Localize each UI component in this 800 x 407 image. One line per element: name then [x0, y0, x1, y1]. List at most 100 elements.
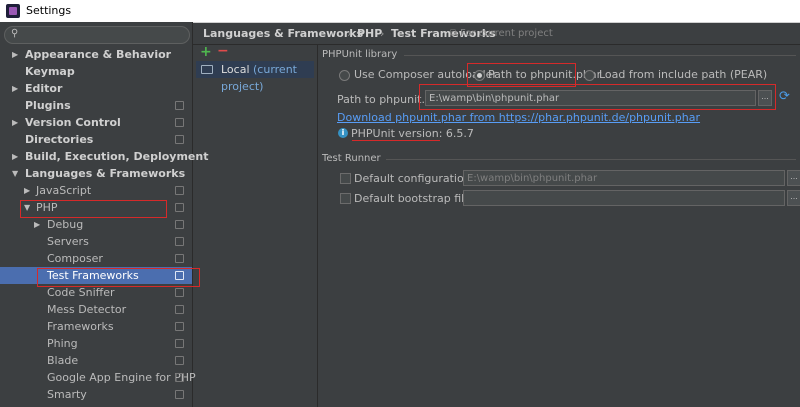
expand-arrow-icon[interactable]: ▶ — [12, 148, 22, 165]
expand-arrow-icon[interactable]: ▶ — [12, 46, 22, 63]
settings-search[interactable]: ⚲ — [4, 26, 190, 44]
project-scope-icon — [175, 237, 184, 246]
radio-include-path[interactable] — [584, 70, 595, 81]
sidebar-item-label: Smarty — [47, 388, 87, 401]
breadcrumb-separator: › — [347, 27, 352, 40]
project-scope-icon — [175, 101, 184, 110]
sidebar-item-label: Composer — [47, 252, 103, 265]
default-bootstrap-checkbox[interactable] — [340, 193, 351, 204]
sidebar-item-composer[interactable]: Composer — [0, 250, 192, 267]
default-bootstrap-input[interactable] — [467, 192, 771, 204]
sidebar-item-label: Frameworks — [47, 320, 114, 333]
sidebar-item-google-app-engine[interactable]: Google App Engine for PHP — [0, 369, 196, 386]
project-scope-icon — [175, 135, 184, 144]
phpunit-version-text: PHPUnit version: 6.5.7 — [351, 127, 474, 140]
project-scope-icon — [175, 322, 184, 331]
project-scope-icon — [175, 118, 184, 127]
sidebar-item-blade[interactable]: Blade — [0, 352, 192, 369]
section-divider — [386, 159, 796, 160]
sidebar-item-mess-detector[interactable]: Mess Detector — [0, 301, 192, 318]
default-config-checkbox[interactable] — [340, 173, 351, 184]
computer-icon — [201, 65, 213, 74]
default-config-field[interactable] — [463, 170, 785, 186]
sidebar-item-label: Editor — [25, 82, 63, 95]
remove-icon[interactable]: − — [217, 43, 229, 59]
sidebar-item-label: Blade — [47, 354, 79, 367]
sidebar-item-frameworks[interactable]: Frameworks — [0, 318, 192, 335]
sidebar-item-label: Keymap — [25, 65, 75, 78]
default-config-input[interactable] — [467, 172, 771, 184]
sidebar-item-label: Version Control — [25, 116, 121, 129]
sidebar-item-label: Plugins — [25, 99, 71, 112]
browse-button[interactable]: ... — [787, 170, 800, 186]
version-underline-highlight — [352, 140, 440, 141]
expand-arrow-icon[interactable]: ▶ — [34, 216, 44, 233]
project-scope-icon — [175, 186, 184, 195]
phpunit-settings-panel: PHPUnit library Use Composer autoloader … — [318, 45, 800, 407]
sidebar-item-label: Debug — [47, 218, 84, 231]
sidebar-item-label: JavaScript — [36, 184, 92, 197]
list-item-label: Local (current project) — [221, 63, 297, 93]
sidebar-item-plugins[interactable]: Plugins — [0, 97, 192, 114]
for-current-project-label: For current project — [460, 28, 553, 39]
section-divider — [404, 55, 796, 56]
project-scope-icon — [175, 339, 184, 348]
sidebar-item-label: Phing — [47, 337, 78, 350]
sidebar-item-languages[interactable]: ▼ Languages & Frameworks — [0, 165, 192, 182]
sidebar-item-label: Directories — [25, 133, 94, 146]
breadcrumb-languages: Languages & Frameworks — [203, 27, 364, 40]
highlight-test-frameworks — [37, 268, 200, 287]
breadcrumb-separator: › — [380, 27, 385, 40]
window-title: Settings — [26, 4, 72, 17]
collapse-arrow-icon[interactable]: ▼ — [12, 165, 22, 182]
sidebar-item-debug[interactable]: ▶ Debug — [0, 216, 192, 233]
list-item-local[interactable]: Local (current project) — [196, 61, 314, 93]
sidebar-item-editor[interactable]: ▶ Editor — [0, 80, 192, 97]
radio-composer-autoloader[interactable] — [339, 70, 350, 81]
test-runner-section-title: Test Runner — [322, 153, 381, 164]
phpunit-section-title: PHPUnit library — [322, 49, 398, 60]
search-icon: ⚲ — [11, 28, 19, 39]
sidebar-item-servers[interactable]: Servers — [0, 233, 192, 250]
highlight-php — [20, 200, 167, 218]
project-scope-icon — [175, 220, 184, 229]
sidebar-item-build[interactable]: ▶ Build, Execution, Deployment — [0, 148, 208, 165]
sidebar-item-directories[interactable]: Directories — [0, 131, 192, 148]
expand-arrow-icon[interactable]: ▶ — [24, 182, 34, 199]
search-input[interactable] — [25, 28, 175, 42]
sidebar-item-label: Appearance & Behavior — [25, 48, 172, 61]
configuration-list: + − Local (current project) — [193, 43, 318, 407]
default-bootstrap-label: Default bootstrap file: — [354, 192, 475, 205]
sidebar-item-javascript[interactable]: ▶ JavaScript — [0, 182, 192, 199]
settings-sidebar: ⚲ ▶ Appearance & Behavior Keymap ▶ Edito… — [0, 22, 208, 407]
project-scope-icon — [175, 203, 184, 212]
download-phpunit-link[interactable]: Download phpunit.phar from https://phar.… — [337, 111, 700, 124]
breadcrumb-php: PHP — [357, 27, 383, 40]
app-icon — [6, 4, 20, 18]
browse-button[interactable]: ... — [787, 190, 800, 206]
sidebar-item-label: Mess Detector — [47, 303, 127, 316]
sidebar-item-smarty[interactable]: Smarty — [0, 386, 192, 403]
info-icon: i — [338, 128, 348, 138]
project-scope-icon — [175, 390, 184, 399]
sidebar-item-phing[interactable]: Phing — [0, 335, 192, 352]
expand-arrow-icon[interactable]: ▶ — [12, 80, 22, 97]
project-scope-icon: ⧉ — [450, 28, 458, 39]
sidebar-item-label: Build, Execution, Deployment — [25, 150, 209, 163]
sidebar-item-label: Servers — [47, 235, 89, 248]
sidebar-item-appearance[interactable]: ▶ Appearance & Behavior — [0, 46, 192, 63]
add-icon[interactable]: + — [200, 44, 212, 60]
refresh-icon[interactable]: ⟳ — [779, 89, 790, 104]
default-bootstrap-field[interactable] — [463, 190, 785, 206]
project-scope-icon — [175, 288, 184, 297]
project-scope-icon — [175, 254, 184, 263]
project-scope-icon — [175, 356, 184, 365]
sidebar-item-keymap[interactable]: Keymap — [0, 63, 192, 80]
breadcrumb: Languages & Frameworks › PHP › Test Fram… — [193, 22, 800, 45]
sidebar-item-version-control[interactable]: ▶ Version Control — [0, 114, 192, 131]
project-scope-icon — [175, 305, 184, 314]
expand-arrow-icon[interactable]: ▶ — [12, 114, 22, 131]
project-scope-icon — [175, 373, 184, 382]
radio-include-label: Load from include path (PEAR) — [599, 68, 768, 81]
sidebar-item-label: Google App Engine for PHP — [47, 371, 196, 384]
